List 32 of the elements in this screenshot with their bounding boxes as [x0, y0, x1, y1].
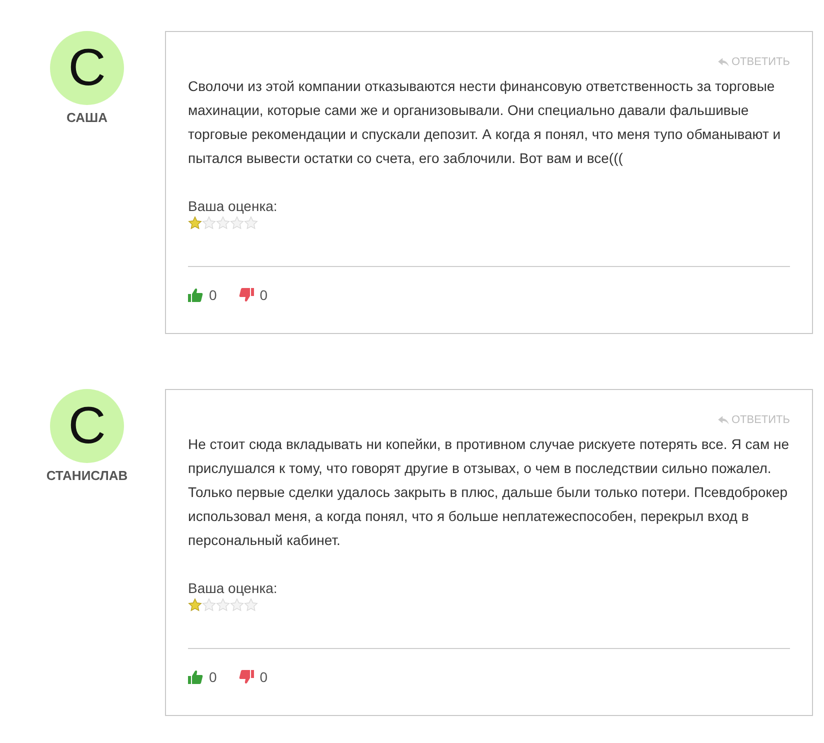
- star-icon: [188, 216, 202, 230]
- author-name: САША: [66, 110, 108, 125]
- star-icon: [244, 216, 258, 230]
- thumbs-up-icon: [188, 670, 203, 684]
- star-icon: [230, 598, 244, 612]
- dislike-count: 0: [260, 287, 268, 303]
- star-icon: [216, 598, 230, 612]
- rating-label: Ваша оценка:: [188, 198, 278, 214]
- like-button[interactable]: 0: [188, 287, 217, 303]
- star-icon: [216, 216, 230, 230]
- like-count: 0: [209, 287, 217, 303]
- avatar: С: [50, 31, 124, 105]
- like-count: 0: [209, 669, 217, 685]
- review-text: Сволочи из этой компании отказываются нести финансовую ответственность за торговые махинации, которые сами же и организовывали. Они специально давали фальшивые торговые рекомендации и спускали депозит. А когда я понял, что меня тупо обманывают и пытался вывести остатки со счета, его заблочили. Вот вам и все(((: [188, 77, 782, 168]
- star-icon: [230, 216, 244, 230]
- thumbs-up-icon: [188, 288, 203, 302]
- star-icon: [202, 216, 216, 230]
- thumbs-down-icon: [238, 670, 254, 684]
- author-name: СТАНИСЛАВ: [46, 468, 128, 483]
- thumbs-down-icon: [238, 288, 254, 302]
- reply-icon: [718, 416, 730, 424]
- star-icon: [244, 598, 258, 612]
- rating-label: Ваша оценка:: [188, 580, 278, 596]
- star-icon: [188, 598, 202, 612]
- reply-icon: [718, 58, 730, 66]
- dislike-button[interactable]: 0: [238, 287, 268, 303]
- dislike-count: 0: [260, 669, 268, 685]
- avatar: С: [50, 389, 124, 463]
- star-icon: [202, 598, 216, 612]
- like-button[interactable]: 0: [188, 669, 217, 685]
- review-text: Не стоит сюда вкладывать ни копейки, в противном случае рискуете потерять все. Я сам не прислушался к тому, что говорят другие в отзывах, о чем в последствии сильно пожалел. Только первые сделки удалось закрыть в плюс, дальше были только потери. Псевдоброкер использовал меня, а когда понял, что я больше неплатежеспособен, перекрыл вход в персональный кабинет.: [188, 435, 790, 550]
- dislike-button[interactable]: 0: [238, 669, 268, 685]
